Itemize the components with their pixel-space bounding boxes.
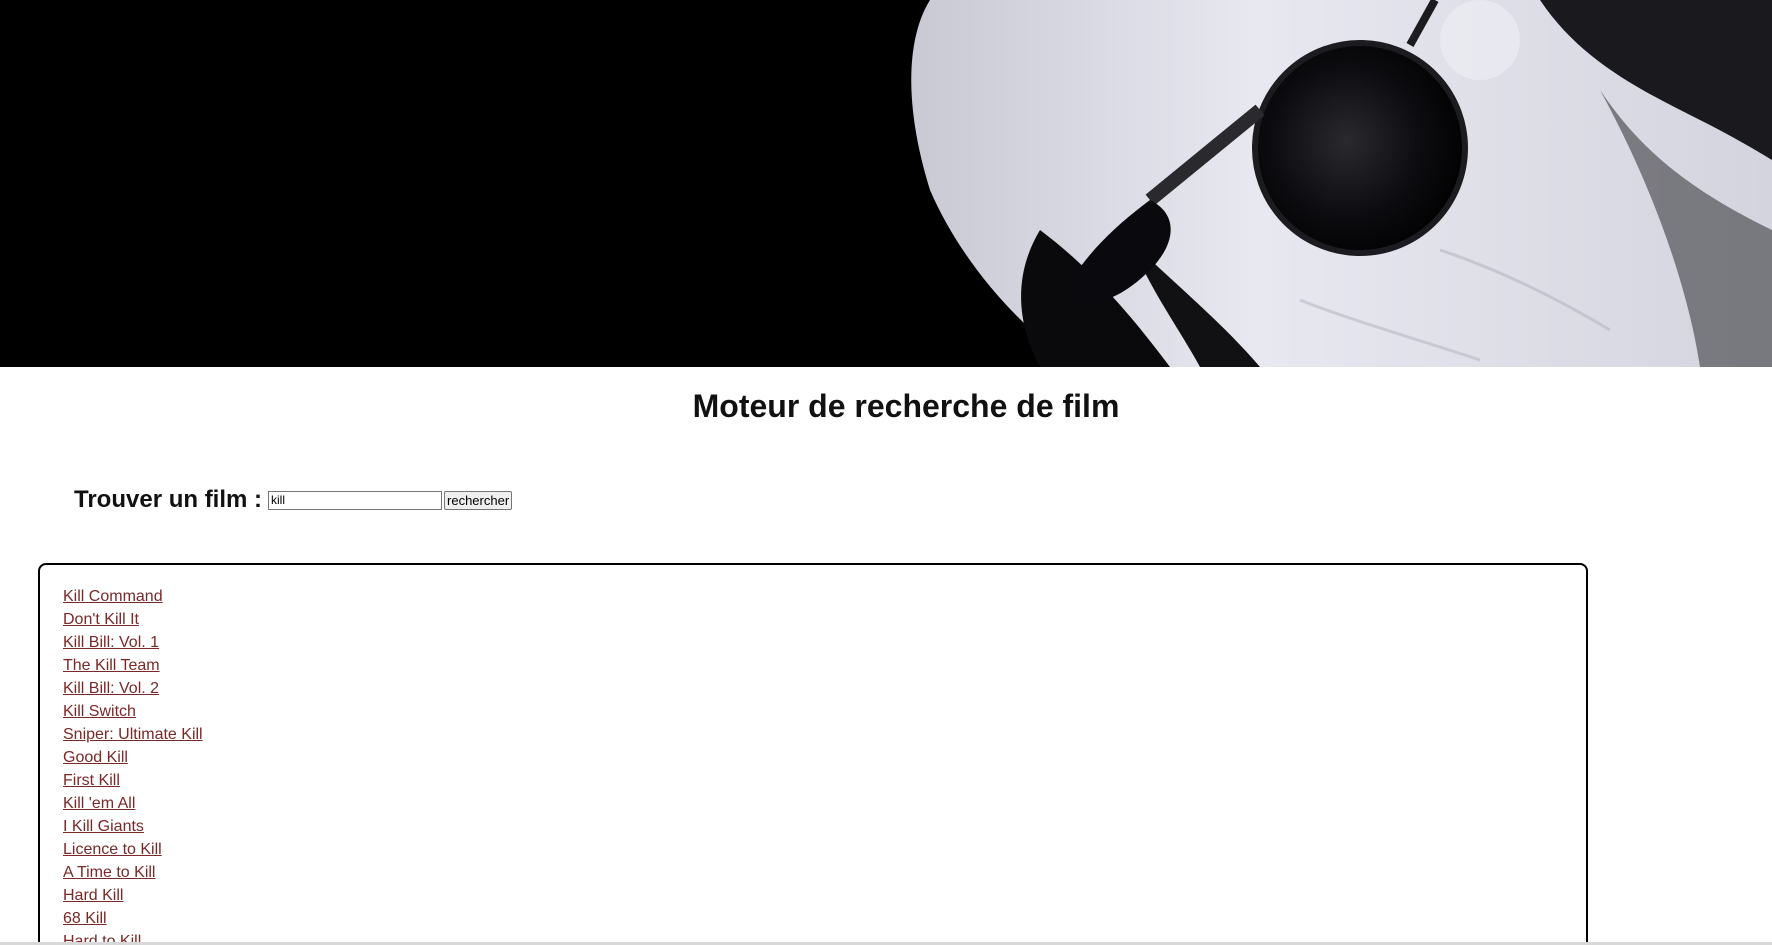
list-item: Good Kill [63,746,1586,769]
results-panel: Kill Command Don't Kill It Kill Bill: Vo… [38,563,1588,945]
list-item: 68 Kill [63,907,1586,930]
search-label: Trouver un film : [74,486,263,513]
page-title: Moteur de recherche de film [692,388,1120,424]
list-item: First Kill [63,769,1586,792]
result-link[interactable]: First Kill [63,772,120,789]
list-item: Licence to Kill [63,838,1586,861]
result-link[interactable]: Kill Bill: Vol. 2 [63,680,159,697]
result-link[interactable]: Sniper: Ultimate Kill [63,726,203,743]
results-list: Kill Command Don't Kill It Kill Bill: Vo… [40,565,1586,945]
result-link[interactable]: Don't Kill It [63,611,139,628]
banner-photo [0,0,1772,367]
list-item: Kill Switch [63,700,1586,723]
list-item: Sniper: Ultimate Kill [63,723,1586,746]
list-item: Kill Bill: Vol. 1 [63,631,1586,654]
result-link[interactable]: Licence to Kill [63,841,162,858]
list-item: Kill Command [63,585,1586,608]
result-link[interactable]: Hard Kill [63,887,123,904]
list-item: The Kill Team [63,654,1586,677]
result-link[interactable]: Kill Bill: Vol. 1 [63,634,159,651]
result-link[interactable]: Good Kill [63,749,128,766]
search-form: Trouver un film : rechercher [74,484,513,516]
list-item: Kill 'em All [63,792,1586,815]
list-item: Don't Kill It [63,608,1586,631]
result-link[interactable]: I Kill Giants [63,818,144,835]
header-banner-image [0,0,1772,367]
list-item: A Time to Kill [63,861,1586,884]
result-link[interactable]: Kill 'em All [63,795,135,812]
search-input[interactable] [268,490,443,510]
page: Moteur de recherche de film Trouver un f… [0,0,1772,945]
result-link[interactable]: 68 Kill [63,910,107,927]
list-item: I Kill Giants [63,815,1586,838]
list-item: Hard Kill [63,884,1586,907]
search-button[interactable]: rechercher [444,490,513,510]
result-link[interactable]: A Time to Kill [63,864,155,881]
list-item: Kill Bill: Vol. 2 [63,677,1586,700]
result-link[interactable]: Kill Command [63,588,163,605]
result-link[interactable]: Kill Switch [63,703,136,720]
result-link[interactable]: The Kill Team [63,657,160,674]
